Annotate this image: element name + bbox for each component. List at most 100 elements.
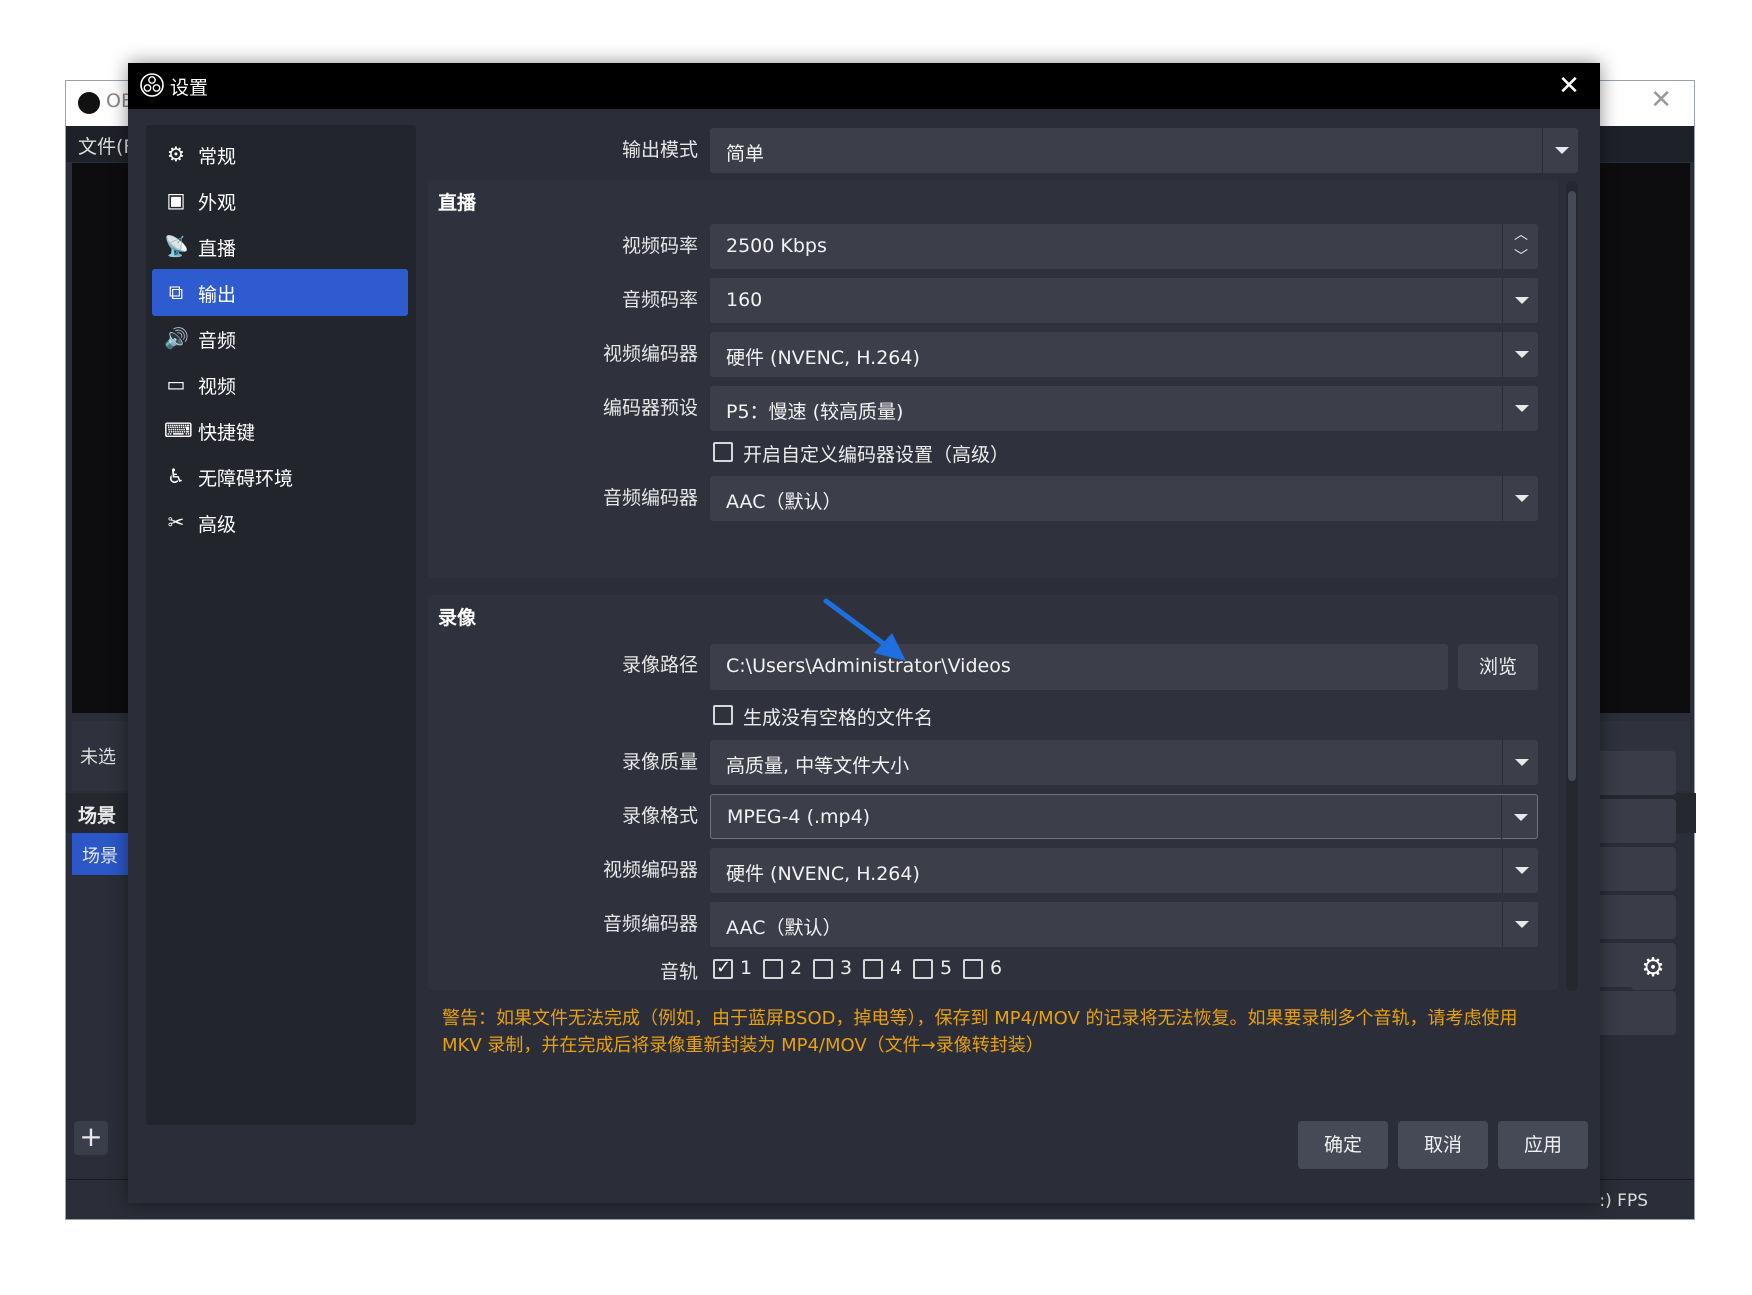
recording-format-label: 录像格式 <box>621 805 698 827</box>
stream-video-encoder-value: 硬件 (NVENC, H.264) <box>726 347 920 369</box>
scene-list-item[interactable]: 场景 <box>72 833 132 875</box>
custom-encoder-checkbox[interactable] <box>713 442 733 462</box>
stream-audio-encoder-select[interactable]: AAC（默认） <box>710 476 1538 521</box>
chevron-down-icon[interactable] <box>1502 476 1538 521</box>
chevron-down-icon[interactable] <box>1502 278 1538 323</box>
sidebar-item-label: 快捷键 <box>198 422 256 444</box>
chevron-down-icon[interactable] <box>1502 902 1538 947</box>
streaming-group-title: 直播 <box>438 192 477 214</box>
tools-icon: ✂ <box>167 510 185 534</box>
cancel-button[interactable]: 取消 <box>1398 1121 1488 1169</box>
track-3-checkbox[interactable] <box>813 959 833 979</box>
sidebar-item-label: 直播 <box>198 238 237 260</box>
ok-button[interactable]: 确定 <box>1298 1121 1388 1169</box>
recording-quality-select[interactable]: 高质量, 中等文件大小 <box>710 740 1538 785</box>
track-6-label: 6 <box>990 957 1003 979</box>
rec-video-encoder-label: 视频编码器 <box>602 859 698 881</box>
bitrate-stepper[interactable]: ︿ ﹀ <box>1502 224 1538 269</box>
track-3-label: 3 <box>840 957 853 979</box>
control-button[interactable] <box>1596 991 1676 1035</box>
dialog-title: 设置 <box>170 77 209 99</box>
sidebar-item-advanced[interactable]: ✂ 高级 <box>152 499 408 546</box>
rec-video-encoder-value: 硬件 (NVENC, H.264) <box>726 863 920 885</box>
sidebar-item-output[interactable]: ⧉ 输出 <box>152 269 408 316</box>
encoder-preset-select[interactable]: P5：慢速 (较高质量) <box>710 386 1538 431</box>
obs-logo-icon <box>78 92 100 114</box>
video-bitrate-spinbox[interactable]: 2500 Kbps ︿ ﹀ <box>710 224 1538 269</box>
sidebar-item-accessibility[interactable]: ♿ 无障碍环境 <box>152 453 408 500</box>
scenes-dock-title: 场景 <box>78 805 117 827</box>
chevron-down-icon[interactable] <box>1502 848 1538 893</box>
fps-readout: :) FPS <box>1599 1191 1648 1211</box>
sidebar-item-hotkeys[interactable]: ⌨ 快捷键 <box>152 407 408 454</box>
stream-video-encoder-label: 视频编码器 <box>602 343 698 365</box>
output-mode-select[interactable]: 简单 <box>710 128 1578 173</box>
chevron-down-icon[interactable] <box>1542 128 1578 173</box>
encoder-preset-label: 编码器预设 <box>602 397 698 419</box>
output-icon: ⧉ <box>168 280 184 304</box>
sidebar-item-stream[interactable]: 📡 直播 <box>152 223 408 270</box>
menu-file[interactable]: 文件(F <box>78 132 134 159</box>
recording-quality-label: 录像质量 <box>621 751 698 773</box>
obs-settings-gear-icon[interactable]: ⚙ <box>1631 946 1675 990</box>
sidebar-item-general[interactable]: ⚙ 常规 <box>152 131 408 178</box>
track-4-checkbox[interactable] <box>863 959 883 979</box>
audio-bitrate-value: 160 <box>726 289 763 311</box>
sidebar-item-label: 外观 <box>198 192 237 214</box>
obs-logo-icon <box>140 73 164 97</box>
chevron-down-icon[interactable] <box>1501 795 1537 840</box>
content-scrollbar[interactable] <box>1566 181 1578 991</box>
sidebar-item-label: 常规 <box>198 146 237 168</box>
audio-bitrate-select[interactable]: 160 <box>710 278 1538 323</box>
control-button[interactable] <box>1596 847 1676 891</box>
sidebar-item-label: 视频 <box>198 376 237 398</box>
recording-quality-value: 高质量, 中等文件大小 <box>726 755 910 777</box>
keyboard-icon: ⌨ <box>164 418 193 442</box>
track-1-checkbox[interactable] <box>713 957 733 979</box>
chevron-up-icon[interactable]: ︿ <box>1503 224 1539 246</box>
video-bitrate-label: 视频码率 <box>621 235 698 257</box>
settings-dialog: 设置 ✕ ⚙ 常规 ▣ 外观 📡 直播 ⧉ 输出 🔊 音频 ▭ 视频 ⌨ 快捷键… <box>128 63 1600 1203</box>
output-settings-panel: 输出模式 简单 直播 视频码率 2500 Kbps ︿ ﹀ 音频码率 160 视… <box>428 125 1588 1125</box>
rec-audio-encoder-select[interactable]: AAC（默认） <box>710 902 1538 947</box>
stream-audio-encoder-label: 音频编码器 <box>602 487 698 509</box>
recording-format-value: MPEG-4 (.mp4) <box>727 806 871 828</box>
control-button[interactable] <box>1596 895 1676 939</box>
track-4-label: 4 <box>890 957 903 979</box>
recording-format-select[interactable]: MPEG-4 (.mp4) <box>710 794 1538 840</box>
rec-video-encoder-select[interactable]: 硬件 (NVENC, H.264) <box>710 848 1538 893</box>
chevron-down-icon[interactable] <box>1502 386 1538 431</box>
track-2-checkbox[interactable] <box>763 959 783 979</box>
main-close-icon[interactable]: ✕ <box>1650 85 1672 115</box>
scene-item-label: 场景 <box>82 846 118 867</box>
sidebar-item-appearance[interactable]: ▣ 外观 <box>152 177 408 224</box>
close-icon[interactable]: ✕ <box>1552 69 1586 103</box>
track-5-checkbox[interactable] <box>913 959 933 979</box>
chevron-down-icon[interactable] <box>1502 332 1538 377</box>
monitor-icon: ▭ <box>166 372 186 396</box>
output-mode-label: 输出模式 <box>621 139 698 161</box>
custom-encoder-label: 开启自定义编码器设置（高级） <box>743 444 1010 466</box>
scrollbar-thumb[interactable] <box>1568 191 1576 781</box>
control-button[interactable] <box>1596 799 1676 843</box>
output-mode-value: 简单 <box>726 143 765 165</box>
stream-video-encoder-select[interactable]: 硬件 (NVENC, H.264) <box>710 332 1538 377</box>
no-space-filename-label: 生成没有空格的文件名 <box>743 707 934 729</box>
browse-button[interactable]: 浏览 <box>1458 644 1538 690</box>
no-source-label: 未选 <box>80 747 116 768</box>
chevron-down-icon[interactable] <box>1502 740 1538 785</box>
video-bitrate-value: 2500 Kbps <box>726 235 827 257</box>
add-scene-button[interactable]: + <box>74 1121 108 1155</box>
apply-button[interactable]: 应用 <box>1498 1121 1588 1169</box>
appearance-icon: ▣ <box>166 188 186 212</box>
sidebar-item-video[interactable]: ▭ 视频 <box>152 361 408 408</box>
sidebar-item-label: 音频 <box>198 330 237 352</box>
control-button[interactable] <box>1596 751 1676 795</box>
chevron-down-icon[interactable]: ﹀ <box>1503 246 1539 268</box>
track-6-checkbox[interactable] <box>963 959 983 979</box>
sidebar-item-audio[interactable]: 🔊 音频 <box>152 315 408 362</box>
no-space-filename-checkbox[interactable] <box>713 705 733 725</box>
sidebar-item-label: 输出 <box>198 284 237 306</box>
track-5-label: 5 <box>940 957 953 979</box>
gear-icon: ⚙ <box>167 142 185 166</box>
